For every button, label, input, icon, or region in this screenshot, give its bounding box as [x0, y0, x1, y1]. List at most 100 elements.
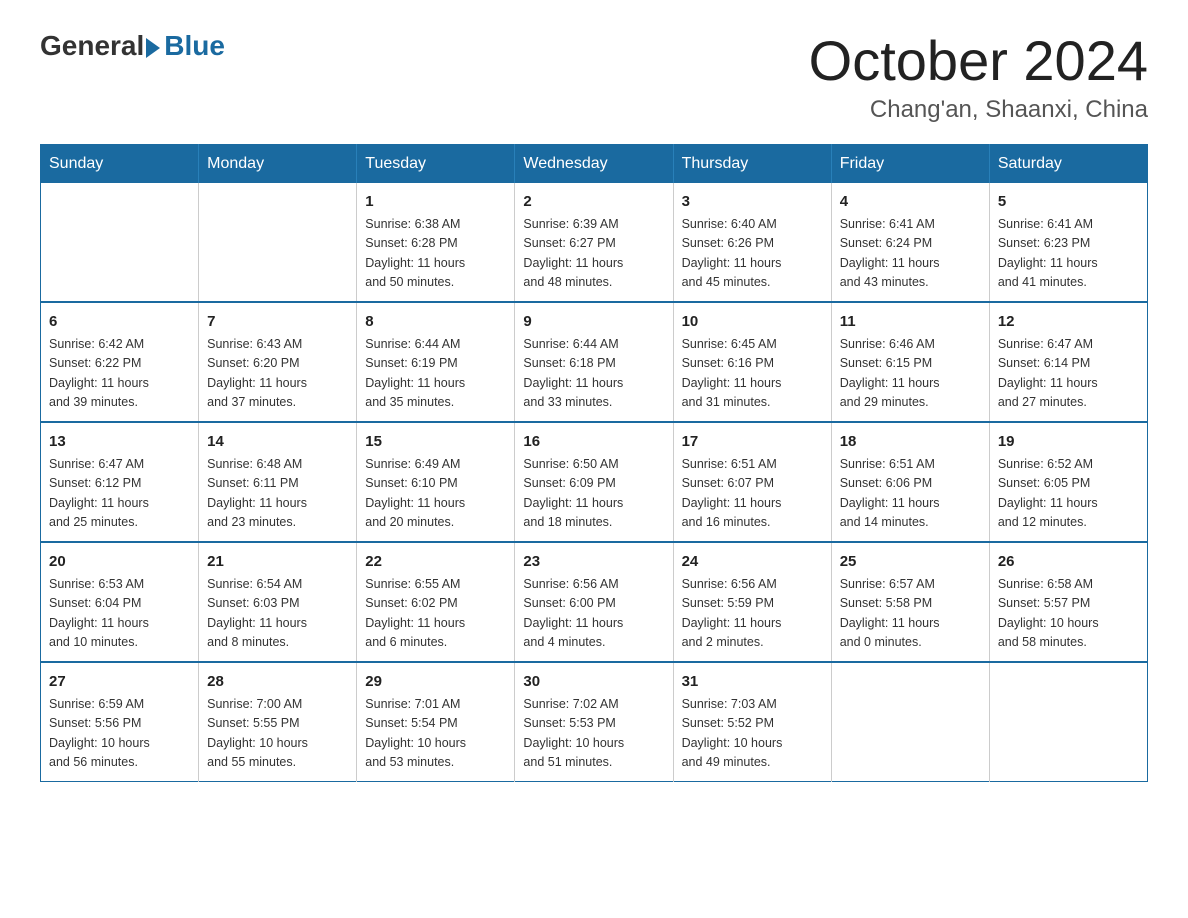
day-of-week-saturday: Saturday: [989, 144, 1147, 183]
day-info: Sunrise: 6:38 AM Sunset: 6:28 PM Dayligh…: [365, 215, 506, 293]
calendar-cell: 15Sunrise: 6:49 AM Sunset: 6:10 PM Dayli…: [357, 422, 515, 542]
calendar-cell: 28Sunrise: 7:00 AM Sunset: 5:55 PM Dayli…: [199, 662, 357, 782]
calendar-cell: [831, 662, 989, 782]
calendar-cell: 1Sunrise: 6:38 AM Sunset: 6:28 PM Daylig…: [357, 183, 515, 302]
day-number: 26: [998, 551, 1139, 574]
calendar-cell: 2Sunrise: 6:39 AM Sunset: 6:27 PM Daylig…: [515, 183, 673, 302]
calendar-cell: 21Sunrise: 6:54 AM Sunset: 6:03 PM Dayli…: [199, 542, 357, 662]
day-number: 29: [365, 671, 506, 694]
calendar-cell: 11Sunrise: 6:46 AM Sunset: 6:15 PM Dayli…: [831, 302, 989, 422]
day-of-week-tuesday: Tuesday: [357, 144, 515, 183]
calendar-cell: 24Sunrise: 6:56 AM Sunset: 5:59 PM Dayli…: [673, 542, 831, 662]
day-number: 25: [840, 551, 981, 574]
day-info: Sunrise: 6:47 AM Sunset: 6:12 PM Dayligh…: [49, 455, 190, 533]
day-number: 4: [840, 191, 981, 214]
calendar-cell: [41, 183, 199, 302]
day-info: Sunrise: 6:47 AM Sunset: 6:14 PM Dayligh…: [998, 335, 1139, 413]
day-info: Sunrise: 6:56 AM Sunset: 6:00 PM Dayligh…: [523, 575, 664, 653]
day-number: 2: [523, 191, 664, 214]
day-info: Sunrise: 6:42 AM Sunset: 6:22 PM Dayligh…: [49, 335, 190, 413]
calendar-cell: 19Sunrise: 6:52 AM Sunset: 6:05 PM Dayli…: [989, 422, 1147, 542]
calendar-cell: 31Sunrise: 7:03 AM Sunset: 5:52 PM Dayli…: [673, 662, 831, 782]
day-info: Sunrise: 6:49 AM Sunset: 6:10 PM Dayligh…: [365, 455, 506, 533]
calendar-cell: 16Sunrise: 6:50 AM Sunset: 6:09 PM Dayli…: [515, 422, 673, 542]
day-of-week-friday: Friday: [831, 144, 989, 183]
calendar-body: 1Sunrise: 6:38 AM Sunset: 6:28 PM Daylig…: [41, 183, 1148, 782]
day-of-week-sunday: Sunday: [41, 144, 199, 183]
day-info: Sunrise: 6:43 AM Sunset: 6:20 PM Dayligh…: [207, 335, 348, 413]
day-number: 5: [998, 191, 1139, 214]
day-number: 11: [840, 311, 981, 334]
day-info: Sunrise: 6:54 AM Sunset: 6:03 PM Dayligh…: [207, 575, 348, 653]
day-info: Sunrise: 6:50 AM Sunset: 6:09 PM Dayligh…: [523, 455, 664, 533]
day-info: Sunrise: 6:51 AM Sunset: 6:06 PM Dayligh…: [840, 455, 981, 533]
day-number: 16: [523, 431, 664, 454]
logo-blue-text: Blue: [164, 30, 225, 62]
calendar-cell: 27Sunrise: 6:59 AM Sunset: 5:56 PM Dayli…: [41, 662, 199, 782]
day-info: Sunrise: 7:02 AM Sunset: 5:53 PM Dayligh…: [523, 695, 664, 773]
day-info: Sunrise: 6:44 AM Sunset: 6:19 PM Dayligh…: [365, 335, 506, 413]
calendar-week-4: 20Sunrise: 6:53 AM Sunset: 6:04 PM Dayli…: [41, 542, 1148, 662]
calendar-cell: 9Sunrise: 6:44 AM Sunset: 6:18 PM Daylig…: [515, 302, 673, 422]
calendar-week-1: 1Sunrise: 6:38 AM Sunset: 6:28 PM Daylig…: [41, 183, 1148, 302]
day-number: 21: [207, 551, 348, 574]
day-number: 12: [998, 311, 1139, 334]
calendar-cell: 10Sunrise: 6:45 AM Sunset: 6:16 PM Dayli…: [673, 302, 831, 422]
day-number: 14: [207, 431, 348, 454]
day-number: 8: [365, 311, 506, 334]
day-info: Sunrise: 6:55 AM Sunset: 6:02 PM Dayligh…: [365, 575, 506, 653]
day-info: Sunrise: 6:39 AM Sunset: 6:27 PM Dayligh…: [523, 215, 664, 293]
calendar-cell: 3Sunrise: 6:40 AM Sunset: 6:26 PM Daylig…: [673, 183, 831, 302]
calendar-cell: 14Sunrise: 6:48 AM Sunset: 6:11 PM Dayli…: [199, 422, 357, 542]
calendar-cell: 29Sunrise: 7:01 AM Sunset: 5:54 PM Dayli…: [357, 662, 515, 782]
day-info: Sunrise: 7:03 AM Sunset: 5:52 PM Dayligh…: [682, 695, 823, 773]
calendar-cell: 30Sunrise: 7:02 AM Sunset: 5:53 PM Dayli…: [515, 662, 673, 782]
logo: General Blue: [40, 30, 225, 62]
calendar-week-5: 27Sunrise: 6:59 AM Sunset: 5:56 PM Dayli…: [41, 662, 1148, 782]
calendar-cell: 13Sunrise: 6:47 AM Sunset: 6:12 PM Dayli…: [41, 422, 199, 542]
calendar-cell: [199, 183, 357, 302]
day-number: 30: [523, 671, 664, 694]
logo-general-text: General: [40, 30, 144, 62]
calendar-cell: 26Sunrise: 6:58 AM Sunset: 5:57 PM Dayli…: [989, 542, 1147, 662]
calendar-cell: [989, 662, 1147, 782]
day-number: 10: [682, 311, 823, 334]
day-number: 20: [49, 551, 190, 574]
calendar-cell: 22Sunrise: 6:55 AM Sunset: 6:02 PM Dayli…: [357, 542, 515, 662]
calendar-week-3: 13Sunrise: 6:47 AM Sunset: 6:12 PM Dayli…: [41, 422, 1148, 542]
calendar-table: SundayMondayTuesdayWednesdayThursdayFrid…: [40, 144, 1148, 782]
day-number: 15: [365, 431, 506, 454]
day-number: 17: [682, 431, 823, 454]
calendar-cell: 8Sunrise: 6:44 AM Sunset: 6:19 PM Daylig…: [357, 302, 515, 422]
calendar-cell: 6Sunrise: 6:42 AM Sunset: 6:22 PM Daylig…: [41, 302, 199, 422]
day-number: 3: [682, 191, 823, 214]
day-number: 27: [49, 671, 190, 694]
day-number: 18: [840, 431, 981, 454]
day-info: Sunrise: 6:58 AM Sunset: 5:57 PM Dayligh…: [998, 575, 1139, 653]
calendar-location: Chang'an, Shaanxi, China: [809, 96, 1148, 124]
day-number: 7: [207, 311, 348, 334]
calendar-cell: 25Sunrise: 6:57 AM Sunset: 5:58 PM Dayli…: [831, 542, 989, 662]
calendar-header: SundayMondayTuesdayWednesdayThursdayFrid…: [41, 144, 1148, 183]
day-info: Sunrise: 6:52 AM Sunset: 6:05 PM Dayligh…: [998, 455, 1139, 533]
day-number: 22: [365, 551, 506, 574]
day-of-week-monday: Monday: [199, 144, 357, 183]
day-number: 1: [365, 191, 506, 214]
day-number: 6: [49, 311, 190, 334]
calendar-cell: 23Sunrise: 6:56 AM Sunset: 6:00 PM Dayli…: [515, 542, 673, 662]
day-number: 9: [523, 311, 664, 334]
day-number: 28: [207, 671, 348, 694]
day-number: 24: [682, 551, 823, 574]
day-info: Sunrise: 6:56 AM Sunset: 5:59 PM Dayligh…: [682, 575, 823, 653]
calendar-title: October 2024: [809, 30, 1148, 92]
day-info: Sunrise: 6:41 AM Sunset: 6:23 PM Dayligh…: [998, 215, 1139, 293]
day-info: Sunrise: 6:45 AM Sunset: 6:16 PM Dayligh…: [682, 335, 823, 413]
day-info: Sunrise: 6:53 AM Sunset: 6:04 PM Dayligh…: [49, 575, 190, 653]
day-info: Sunrise: 6:40 AM Sunset: 6:26 PM Dayligh…: [682, 215, 823, 293]
day-info: Sunrise: 6:51 AM Sunset: 6:07 PM Dayligh…: [682, 455, 823, 533]
day-of-week-wednesday: Wednesday: [515, 144, 673, 183]
day-number: 31: [682, 671, 823, 694]
calendar-cell: 5Sunrise: 6:41 AM Sunset: 6:23 PM Daylig…: [989, 183, 1147, 302]
day-of-week-thursday: Thursday: [673, 144, 831, 183]
calendar-cell: 12Sunrise: 6:47 AM Sunset: 6:14 PM Dayli…: [989, 302, 1147, 422]
